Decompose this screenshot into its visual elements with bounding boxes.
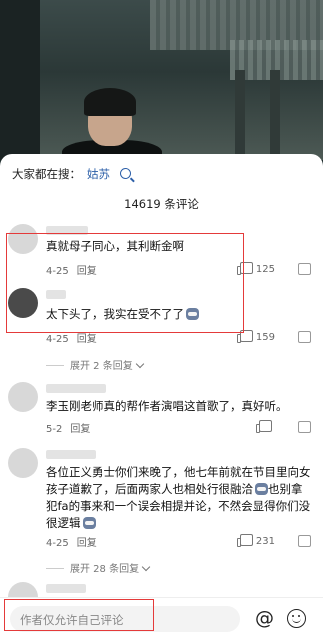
mention-icon[interactable]: @ [255,606,274,630]
thumbs-up-icon [236,330,253,343]
thumbs-up-icon [236,262,253,275]
comment-text: 太下头了，我实在受不了了 [46,306,199,323]
reply-button[interactable]: 回复 [77,538,97,549]
comment-text: 各位正义勇士你们来晚了，他七年前就在节目里向女孩子道歉了，后面两家人也相处行很融… [46,464,312,532]
reply-button[interactable]: 回复 [77,334,97,345]
divider [46,365,64,366]
like-button[interactable] [256,420,275,433]
pillar [235,70,245,160]
video-shadow [0,0,40,160]
trending-search[interactable]: 大家都在搜： 姑苏 [12,166,131,182]
search-icon[interactable] [120,168,131,179]
person-hair [84,88,136,116]
comment-meta: 4-25 回复 [46,262,97,277]
username[interactable] [46,290,66,299]
dislike-button[interactable] [298,263,311,275]
emoji-icon [255,483,268,495]
dislike-button[interactable] [298,421,311,433]
thumbs-down-icon [298,331,311,343]
comment-input-wrapper [10,606,240,634]
emoji-icon [82,517,96,529]
like-count: 231 [255,536,275,547]
username[interactable] [46,226,88,235]
divider [46,568,64,569]
username[interactable] [46,584,86,593]
comment-count: 14619 条评论 [124,197,199,211]
thumbs-up-icon [236,534,253,547]
comment-input-bar: @ [0,597,323,640]
trending-search-label: 大家都在搜： [12,167,81,181]
emoji-picker-icon[interactable] [287,609,306,628]
comment-meta: 5-2 回复 [46,420,90,435]
comment-text: 真就母子同心，其利断金啊 [46,239,184,253]
comment-sheet: 大家都在搜： 姑苏 14619 条评论 真就母子同心，其利断金啊 4-25 回复 1… [0,154,323,640]
thumbs-up-icon [256,420,272,433]
pillar [270,70,280,160]
like-count: 159 [255,332,275,343]
reply-button[interactable]: 回复 [77,266,97,277]
comment-meta: 4-25 回复 [46,534,97,549]
chevron-down-icon [141,562,151,572]
expand-replies-button[interactable]: 展开 2 条回复 [46,357,144,372]
comment-input[interactable] [10,606,232,634]
comment-text-content: 太下头了，我实在受不了了 [46,307,184,321]
trending-search-keyword[interactable]: 姑苏 [87,167,110,181]
comment-meta: 4-25 回复 [46,330,97,345]
comment-date: 5-2 [46,424,63,435]
like-count: 125 [255,264,275,275]
like-button[interactable]: 125 [236,262,275,275]
expand-replies-label: 展开 28 条回复 [70,564,140,575]
dislike-button[interactable] [298,331,311,343]
thumbs-down-icon [298,263,311,275]
thumbs-down-icon [298,421,311,433]
avatar[interactable] [8,382,38,412]
video-background[interactable] [0,0,323,160]
expand-replies-button[interactable]: 展开 28 条回复 [46,560,151,575]
reply-button[interactable]: 回复 [70,424,90,435]
comment-date: 4-25 [46,266,69,277]
dislike-button[interactable] [298,535,311,547]
thumbs-down-icon [298,535,311,547]
comment-date: 4-25 [46,334,69,345]
avatar[interactable] [8,448,38,478]
username[interactable] [46,384,106,393]
chevron-down-icon [135,359,144,369]
expand-replies-label: 展开 2 条回复 [70,361,133,372]
username[interactable] [46,450,96,459]
avatar[interactable] [8,224,38,254]
comment-text: 李玉刚老师真的帮作者演唱这首歌了，真好听。 [46,399,288,413]
comment-date: 4-25 [46,538,69,549]
like-button[interactable]: 231 [236,534,275,547]
like-button[interactable]: 159 [236,330,275,343]
emoji-icon [186,308,199,320]
avatar[interactable] [8,288,38,318]
